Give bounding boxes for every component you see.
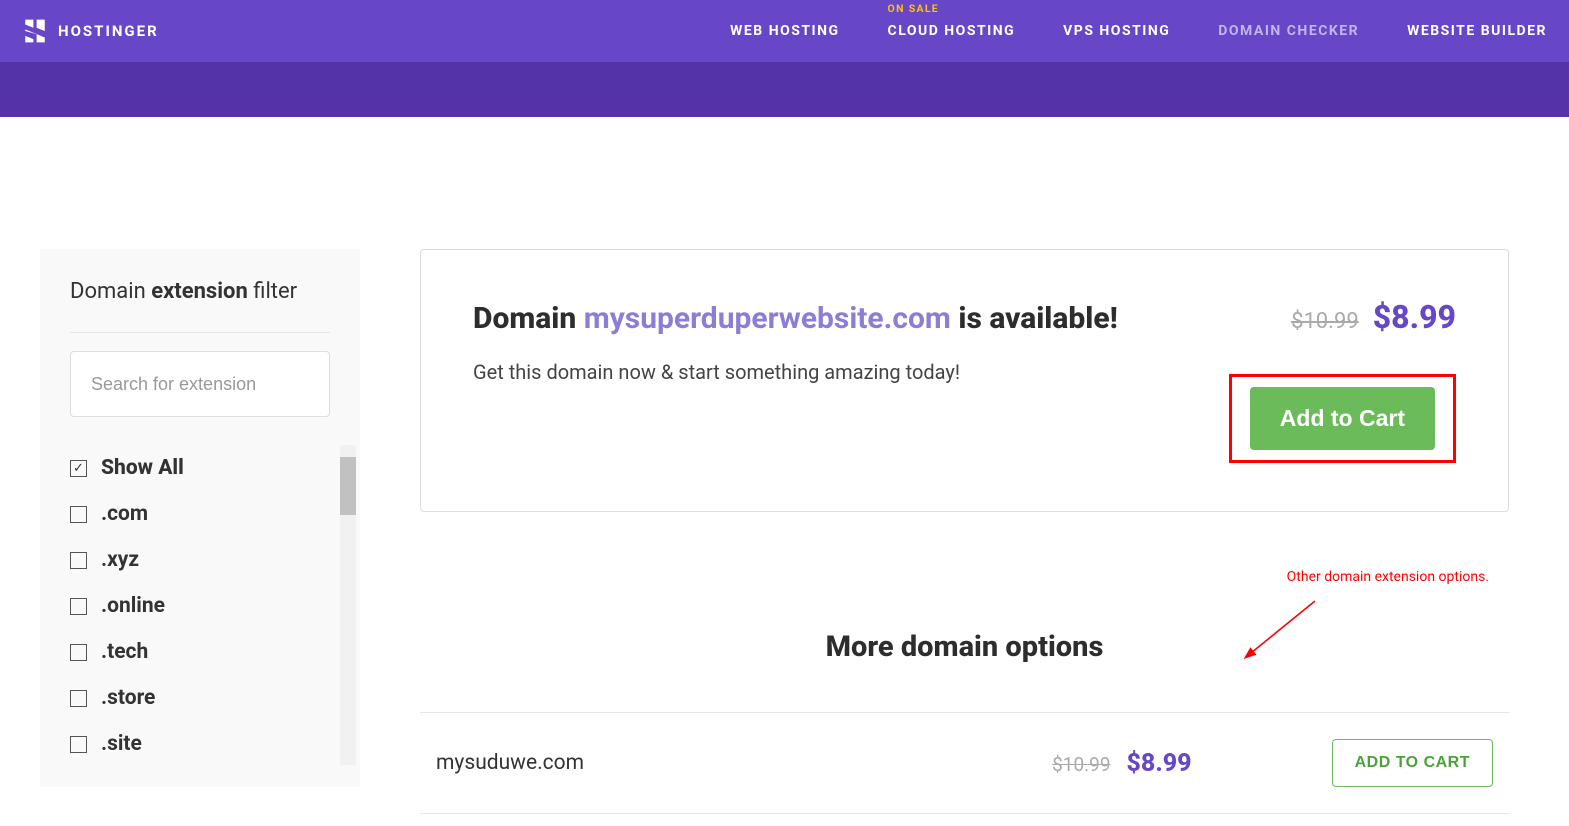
more-old-price: $10.99	[1052, 753, 1110, 776]
top-navigation: HOSTINGER WEB HOSTING ON SALE CLOUD HOST…	[0, 0, 1569, 62]
domain-result-card: Domain mysuperduperwebsite.com is availa…	[420, 249, 1509, 512]
filter-show-all[interactable]: Show All	[70, 445, 330, 491]
divider	[70, 332, 330, 333]
logo[interactable]: HOSTINGER	[22, 18, 159, 44]
nav-web-hosting[interactable]: WEB HOSTING	[730, 0, 839, 62]
filter-title: Domain extension filter	[70, 279, 330, 304]
search-extension-input[interactable]	[70, 351, 330, 417]
annotation-highlight-box: Add to Cart	[1229, 374, 1456, 463]
scrollbar-thumb[interactable]	[340, 457, 356, 515]
more-new-price: $8.99	[1127, 749, 1192, 778]
filter-site[interactable]: .site	[70, 721, 330, 767]
filter-store[interactable]: .store	[70, 675, 330, 721]
brand-name: HOSTINGER	[58, 22, 159, 40]
more-option-row: mysuduwe.com $10.99 $8.99 ADD TO CART	[420, 712, 1509, 814]
filter-com[interactable]: .com	[70, 491, 330, 537]
checkbox-icon[interactable]	[70, 644, 87, 661]
annotation-arrow-icon	[1243, 595, 1323, 665]
checkbox-icon[interactable]	[70, 552, 87, 569]
extension-list: Show All .com .xyz .online .tech .store	[70, 445, 330, 767]
checkbox-icon[interactable]	[70, 460, 87, 477]
main-content: Domain mysuperduperwebsite.com is availa…	[420, 249, 1509, 814]
add-to-cart-button[interactable]: Add to Cart	[1250, 387, 1435, 450]
new-price: $8.99	[1373, 298, 1456, 336]
nav-website-builder[interactable]: WEBSITE BUILDER	[1407, 0, 1547, 62]
nav-vps-hosting[interactable]: VPS HOSTING	[1063, 0, 1170, 62]
more-options-heading: More domain options	[420, 630, 1509, 664]
checkbox-icon[interactable]	[70, 598, 87, 615]
filter-tech[interactable]: .tech	[70, 629, 330, 675]
on-sale-badge: ON SALE	[888, 2, 939, 15]
more-domain-name: mysuduwe.com	[436, 751, 1052, 775]
sub-header-bar	[0, 62, 1569, 117]
nav-domain-checker[interactable]: DOMAIN CHECKER	[1218, 0, 1359, 62]
price-row: $10.99 $8.99	[1291, 298, 1456, 336]
searched-domain: mysuperduperwebsite.com	[584, 301, 951, 336]
scrollbar-track[interactable]	[340, 445, 356, 765]
more-add-to-cart-button[interactable]: ADD TO CART	[1332, 739, 1493, 787]
old-price: $10.99	[1291, 309, 1359, 334]
more-price-row: $10.99 $8.99	[1052, 749, 1191, 778]
filter-online[interactable]: .online	[70, 583, 330, 629]
extension-filter-sidebar: Domain extension filter Show All .com .x…	[40, 249, 360, 787]
primary-nav: WEB HOSTING ON SALE CLOUD HOSTING VPS HO…	[730, 0, 1547, 62]
availability-heading: Domain mysuperduperwebsite.com is availa…	[473, 298, 1226, 340]
checkbox-icon[interactable]	[70, 506, 87, 523]
checkbox-icon[interactable]	[70, 736, 87, 753]
annotation-text: Other domain extension options.	[1287, 569, 1489, 585]
filter-xyz[interactable]: .xyz	[70, 537, 330, 583]
hostinger-logo-icon	[22, 18, 48, 44]
nav-cloud-hosting[interactable]: ON SALE CLOUD HOSTING	[888, 0, 1016, 62]
subline-text: Get this domain now & start something am…	[473, 360, 1226, 384]
checkbox-icon[interactable]	[70, 690, 87, 707]
